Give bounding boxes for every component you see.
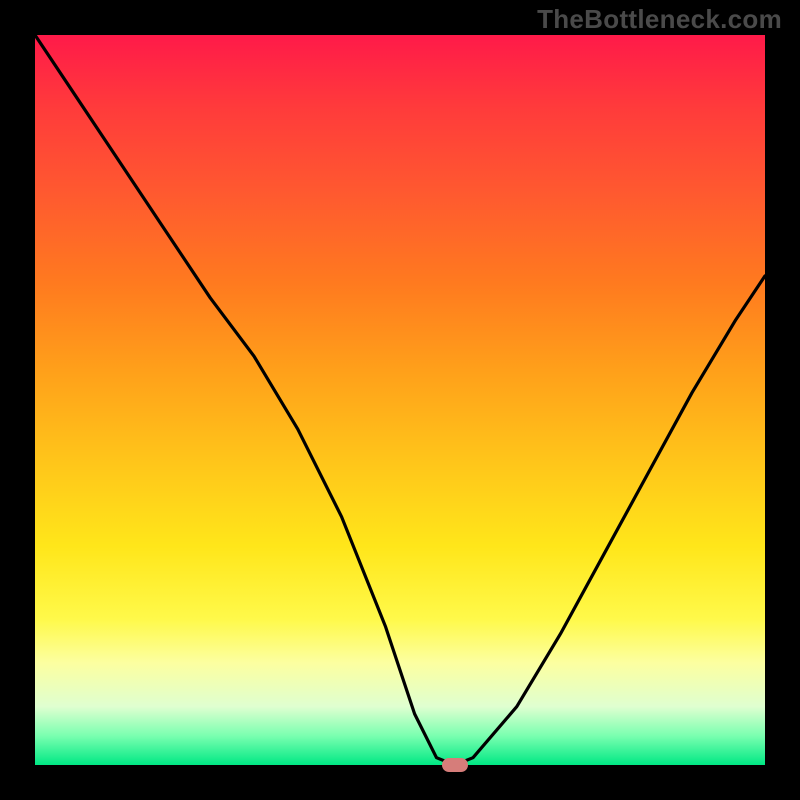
watermark-text: TheBottleneck.com xyxy=(537,4,782,35)
optimal-point-marker xyxy=(442,758,468,772)
chart-container: TheBottleneck.com xyxy=(0,0,800,800)
bottleneck-curve-path xyxy=(35,35,765,765)
bottleneck-curve-svg xyxy=(35,35,765,765)
